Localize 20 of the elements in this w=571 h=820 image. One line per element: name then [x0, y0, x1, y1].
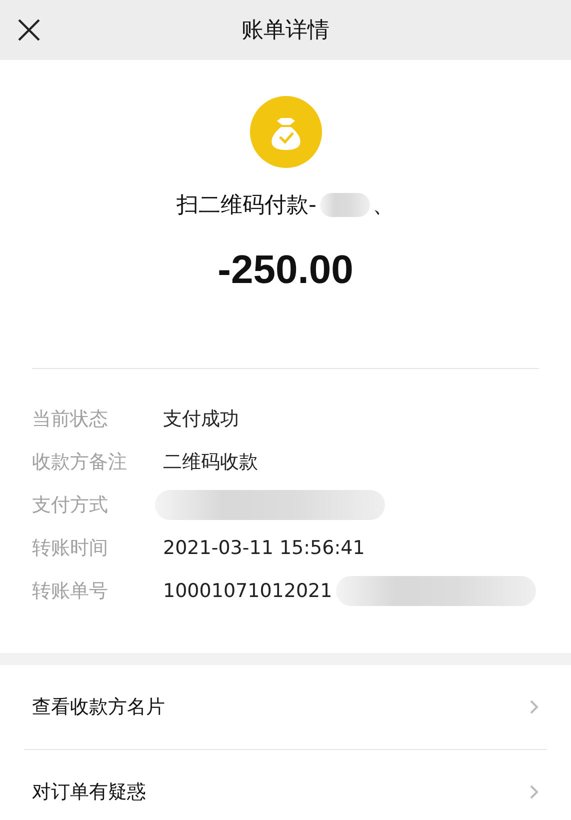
- amount: -250.00: [218, 248, 354, 293]
- menu-item[interactable]: 查看收款方名片: [24, 665, 547, 750]
- detail-label: 当前状态: [32, 406, 109, 432]
- money-bag-icon: [250, 96, 322, 168]
- payment-title-end: 、: [372, 192, 394, 220]
- detail-label: 收款方备注: [32, 450, 128, 474]
- detail-value: 2021-03-11 15:56:41: [163, 536, 365, 558]
- menu-item[interactable]: 对订单有疑惑: [24, 750, 547, 820]
- redaction-blur: [320, 193, 370, 217]
- payment-title: 扫二维码付款-: [176, 192, 316, 220]
- detail-value: 二维码收款: [163, 450, 258, 474]
- detail-value: 10001071012021: [163, 580, 332, 602]
- detail-label: 转账单号: [32, 578, 109, 604]
- page-title: 账单详情: [242, 17, 330, 45]
- detail-value: 支付成功: [163, 406, 239, 432]
- detail-label: 转账时间: [32, 536, 109, 560]
- close-icon[interactable]: [17, 18, 41, 42]
- chevron-icon: [529, 699, 539, 715]
- chevron-icon: [529, 784, 539, 800]
- detail-label: 支付方式: [32, 492, 109, 518]
